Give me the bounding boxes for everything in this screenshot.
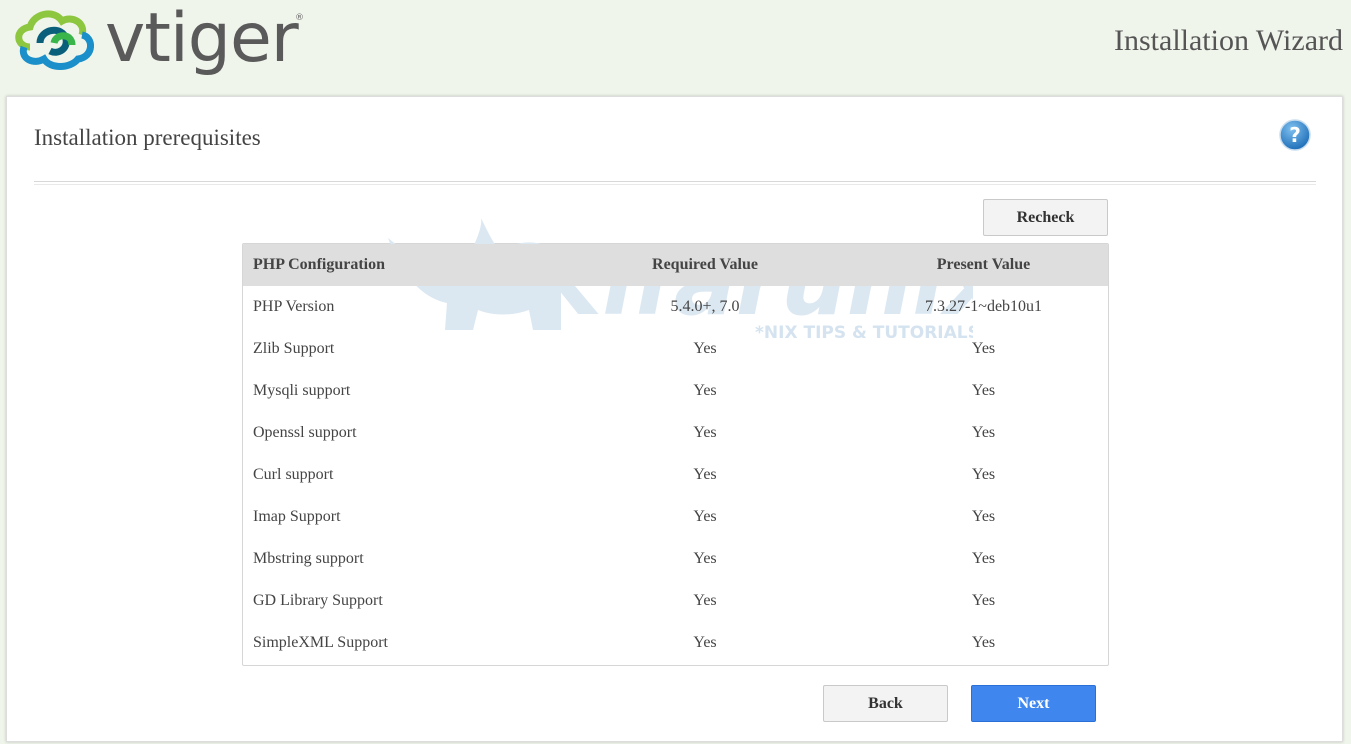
config-name: GD Library Support bbox=[253, 592, 383, 609]
config-name: Mysqli support bbox=[253, 382, 351, 399]
present-value: Yes bbox=[971, 382, 996, 399]
table-row: Mbstring support Yes Yes bbox=[243, 538, 1108, 580]
recheck-button[interactable]: Recheck bbox=[983, 199, 1108, 236]
required-value: Yes bbox=[693, 424, 717, 441]
required-value: Yes bbox=[693, 508, 717, 525]
required-value: Yes bbox=[693, 550, 717, 567]
table-row: PHP Version 5.4.0+, 7.0 7.3.27-1~deb10u1 bbox=[243, 286, 1108, 328]
php-configuration-table: PHP Configuration Required Value Present… bbox=[242, 243, 1109, 666]
column-header-present-value: Present Value bbox=[936, 256, 1031, 273]
table-row: Openssl support Yes Yes bbox=[243, 412, 1108, 454]
logo-trademark: ® bbox=[295, 13, 304, 23]
required-value: Yes bbox=[693, 592, 717, 609]
svg-text:?: ? bbox=[1289, 123, 1301, 147]
required-value: Yes bbox=[693, 466, 717, 483]
present-value: 7.3.27-1~deb10u1 bbox=[924, 298, 1043, 315]
table-row: Mysqli support Yes Yes bbox=[243, 370, 1108, 412]
table-row: Curl support Yes Yes bbox=[243, 454, 1108, 496]
logo-text: vtiger bbox=[105, 0, 299, 78]
config-name: Curl support bbox=[253, 466, 334, 483]
present-value: Yes bbox=[971, 424, 996, 441]
required-value: Yes bbox=[693, 634, 717, 651]
required-value: Yes bbox=[693, 382, 717, 399]
header: vtiger ® Installation Wizard bbox=[0, 0, 1351, 96]
table-row: GD Library Support Yes Yes bbox=[243, 580, 1108, 622]
vtiger-logo: vtiger ® bbox=[10, 3, 310, 75]
required-value: 5.4.0+, 7.0 bbox=[670, 298, 740, 315]
config-name: SimpleXML Support bbox=[253, 634, 388, 651]
back-button[interactable]: Back bbox=[823, 685, 948, 722]
config-name: PHP Version bbox=[253, 298, 335, 315]
question-circle-icon[interactable]: ? bbox=[1279, 119, 1311, 151]
table-row: Imap Support Yes Yes bbox=[243, 496, 1108, 538]
present-value: Yes bbox=[971, 508, 996, 525]
column-header-php-configuration: PHP Configuration bbox=[253, 256, 386, 273]
prerequisites-panel: Installation prerequisites ? Recheck PHP… bbox=[6, 96, 1343, 742]
vtiger-logo-icon bbox=[15, 10, 94, 70]
config-name: Imap Support bbox=[253, 508, 341, 525]
present-value: Yes bbox=[971, 466, 996, 483]
required-value: Yes bbox=[693, 340, 717, 357]
table-row: Zlib Support Yes Yes bbox=[243, 328, 1108, 370]
present-value: Yes bbox=[971, 592, 996, 609]
next-button[interactable]: Next bbox=[971, 685, 1096, 722]
page-title: Installation prerequisites bbox=[34, 125, 261, 150]
column-header-required-value: Required Value bbox=[652, 256, 758, 273]
present-value: Yes bbox=[971, 340, 996, 357]
present-value: Yes bbox=[971, 634, 996, 651]
table-header-row: PHP Configuration Required Value Present… bbox=[243, 244, 1108, 286]
config-name: Zlib Support bbox=[253, 340, 335, 357]
config-name: Mbstring support bbox=[253, 550, 364, 567]
config-name: Openssl support bbox=[253, 424, 357, 441]
table-row: SimpleXML Support Yes Yes bbox=[243, 622, 1108, 664]
present-value: Yes bbox=[971, 550, 996, 567]
wizard-title: Installation Wizard bbox=[1114, 24, 1343, 57]
divider bbox=[34, 181, 1316, 185]
